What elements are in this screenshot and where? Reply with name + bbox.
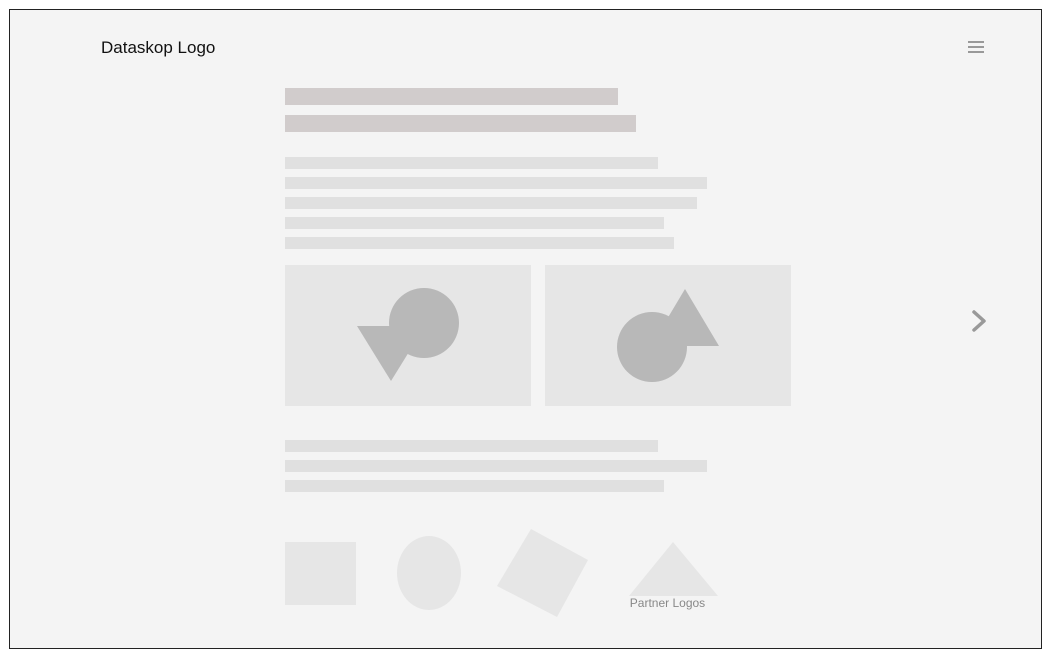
site-logo[interactable]: Dataskop Logo [101,37,215,59]
text-placeholder-line [285,480,664,492]
abstract-shapes-image-icon [617,289,719,382]
text-placeholder-line [285,440,658,452]
abstract-shapes-image-icon [357,288,459,381]
diamond-logo-icon [497,529,588,617]
heading-placeholder-line [285,88,618,105]
text-placeholder-line [285,237,674,249]
text-placeholder-line [285,157,658,169]
text-placeholder-line [285,197,697,209]
partner-logos-group [285,529,718,617]
chevron-right-icon[interactable] [966,306,990,336]
heading-placeholder-line [285,115,636,132]
text-placeholder-line [285,460,707,472]
triangle-logo-icon [629,542,718,596]
square-logo-icon [285,542,356,605]
text-placeholder-line [285,217,664,229]
image-panel-1 [285,265,531,406]
hamburger-menu-icon[interactable] [968,41,984,55]
ellipse-logo-icon [397,536,461,610]
text-placeholder-line [285,177,707,189]
image-panel-2 [545,265,791,406]
partner-logos-label: Partner Logos [629,596,706,610]
